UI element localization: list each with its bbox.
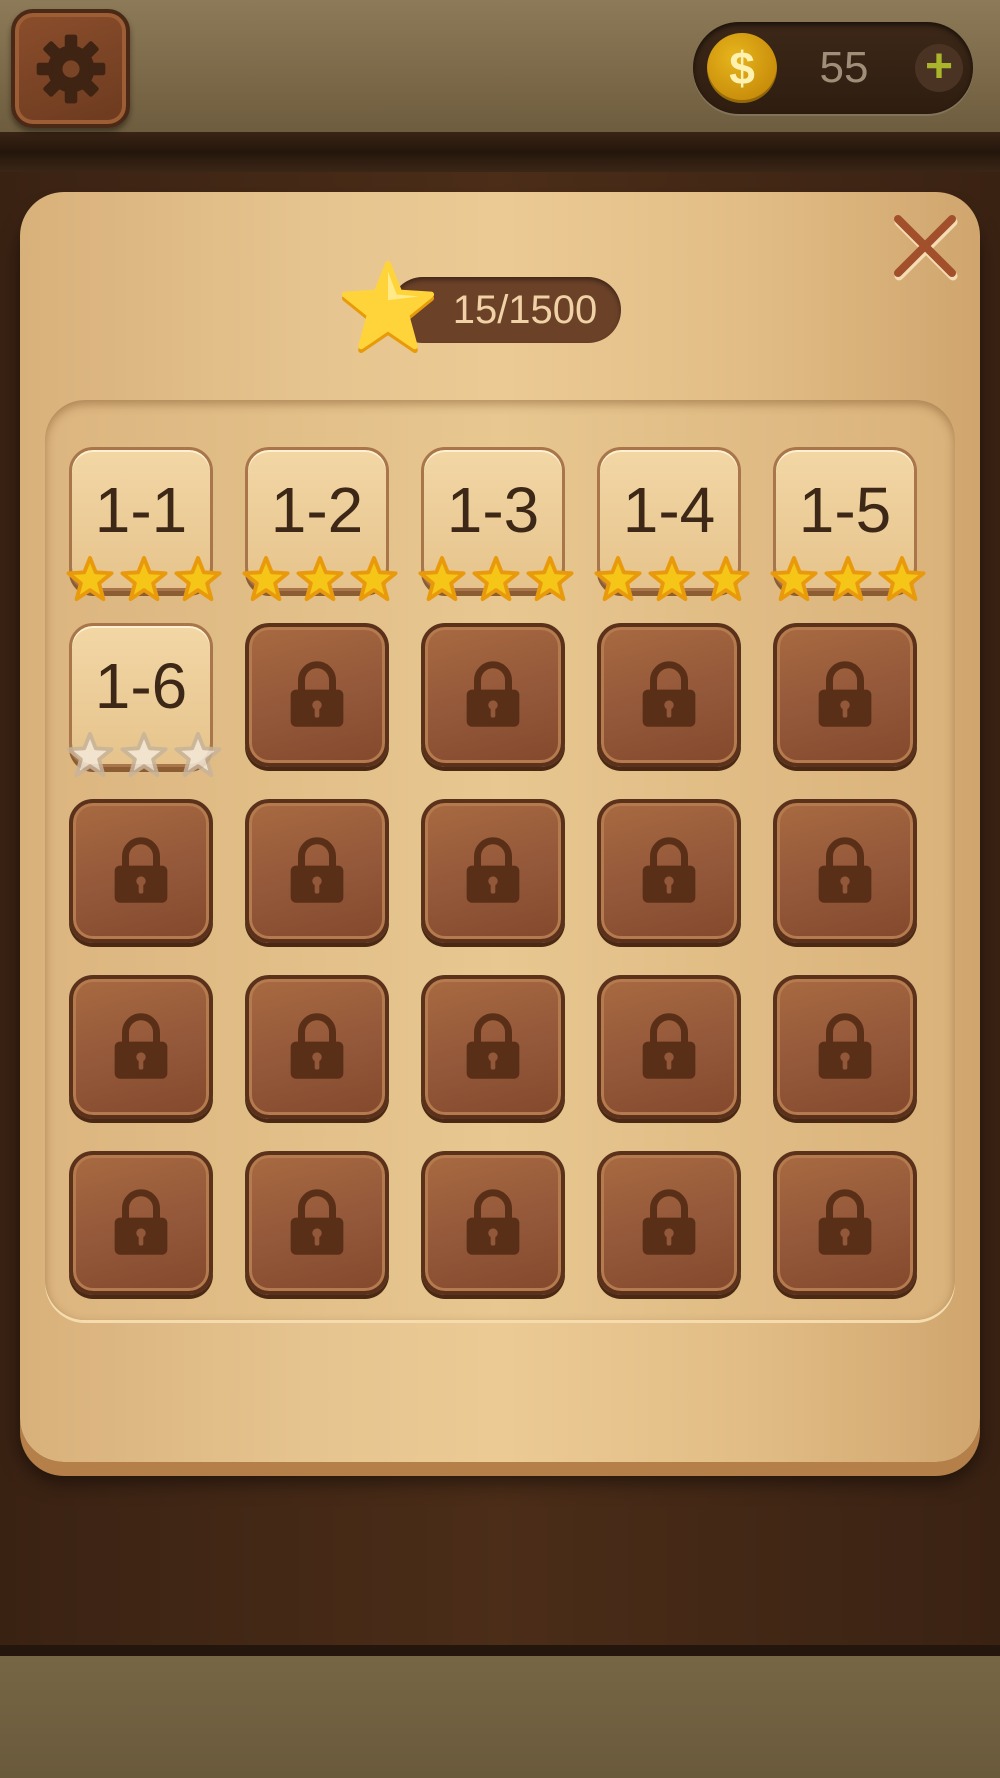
level-tile-locked[interactable]	[421, 1151, 565, 1295]
star-empty-icon	[174, 731, 222, 778]
level-tile-locked[interactable]	[597, 1151, 741, 1295]
star-filled-icon	[350, 555, 398, 602]
lock-icon	[290, 661, 344, 727]
close-button[interactable]	[885, 206, 965, 286]
lock-icon	[642, 1013, 696, 1079]
add-coins-button[interactable]: +	[915, 43, 963, 92]
level-tile-locked[interactable]	[69, 1151, 213, 1295]
level-label: 1-5	[798, 474, 892, 546]
star-empty-icon	[120, 731, 168, 778]
level-tile-locked[interactable]	[597, 975, 741, 1119]
lock-icon	[290, 1013, 344, 1079]
star-icon	[341, 260, 435, 354]
star-filled-icon	[242, 555, 290, 602]
star-filled-icon	[594, 555, 642, 602]
coin-count: 55	[819, 43, 869, 92]
level-tile-locked[interactable]	[597, 799, 741, 943]
level-stars	[66, 731, 222, 779]
lock-icon	[818, 661, 872, 727]
lock-icon	[466, 661, 520, 727]
level-tile-1-4[interactable]: 1-4	[594, 447, 750, 602]
level-tile-locked[interactable]	[245, 1151, 389, 1295]
star-filled-icon	[824, 555, 872, 602]
close-icon	[894, 215, 958, 281]
level-label: 1-3	[446, 474, 540, 546]
star-filled-icon	[648, 555, 696, 602]
lock-icon	[642, 837, 696, 903]
star-filled-icon	[174, 555, 222, 602]
level-tile-locked[interactable]	[245, 799, 389, 943]
level-tile-locked[interactable]	[245, 623, 389, 767]
lock-icon	[114, 1189, 168, 1255]
star-filled-icon	[878, 555, 926, 602]
star-filled-icon	[296, 555, 344, 602]
lock-icon	[642, 661, 696, 727]
level-label: 1-6	[94, 650, 188, 722]
level-tile-locked[interactable]	[773, 799, 917, 943]
level-tile-locked[interactable]	[421, 975, 565, 1119]
coin-counter: $ 55 +	[693, 22, 973, 114]
lock-icon	[818, 837, 872, 903]
lock-icon	[290, 837, 344, 903]
star-filled-icon	[702, 555, 750, 602]
level-tile-locked[interactable]	[245, 975, 389, 1119]
level-label: 1-4	[622, 474, 716, 546]
level-stars	[66, 555, 222, 603]
level-stars	[418, 555, 574, 603]
star-filled-icon	[418, 555, 466, 602]
level-tile-1-5[interactable]: 1-5	[770, 447, 926, 602]
level-tile-locked[interactable]	[597, 623, 741, 767]
level-tile-locked[interactable]	[773, 975, 917, 1119]
star-filled-icon	[472, 555, 520, 602]
bottom-bar	[0, 1656, 1000, 1778]
gear-icon	[36, 34, 105, 103]
lock-icon	[114, 837, 168, 903]
level-tile-locked[interactable]	[421, 799, 565, 943]
level-tile-locked[interactable]	[69, 799, 213, 943]
lock-icon	[466, 1013, 520, 1079]
lock-icon	[466, 837, 520, 903]
star-filled-icon	[120, 555, 168, 602]
settings-button[interactable]	[11, 9, 130, 128]
lock-icon	[290, 1189, 344, 1255]
star-filled-icon	[770, 555, 818, 602]
lock-icon	[642, 1189, 696, 1255]
level-tile-locked[interactable]	[773, 623, 917, 767]
star-filled-icon	[526, 555, 574, 602]
level-tile-locked[interactable]	[773, 1151, 917, 1295]
lock-icon	[466, 1189, 520, 1255]
level-tile-locked[interactable]	[421, 623, 565, 767]
coin-icon: $	[707, 33, 777, 103]
level-stars	[594, 555, 750, 603]
star-filled-icon	[66, 555, 114, 602]
top-bar-edge	[0, 132, 1000, 172]
lock-icon	[818, 1189, 872, 1255]
level-tile-1-2[interactable]: 1-2	[242, 447, 398, 602]
level-tile-1-3[interactable]: 1-3	[418, 447, 574, 602]
lock-icon	[818, 1013, 872, 1079]
star-empty-icon	[66, 731, 114, 778]
level-tile-locked[interactable]	[69, 975, 213, 1119]
level-label: 1-2	[270, 474, 364, 546]
level-stars	[242, 555, 398, 603]
lock-icon	[114, 1013, 168, 1079]
level-label: 1-1	[94, 474, 188, 546]
level-tile-1-6[interactable]: 1-6	[66, 623, 222, 778]
level-stars	[770, 555, 926, 603]
level-tile-1-1[interactable]: 1-1	[66, 447, 222, 602]
star-progress-text: 15/1500	[452, 288, 598, 332]
